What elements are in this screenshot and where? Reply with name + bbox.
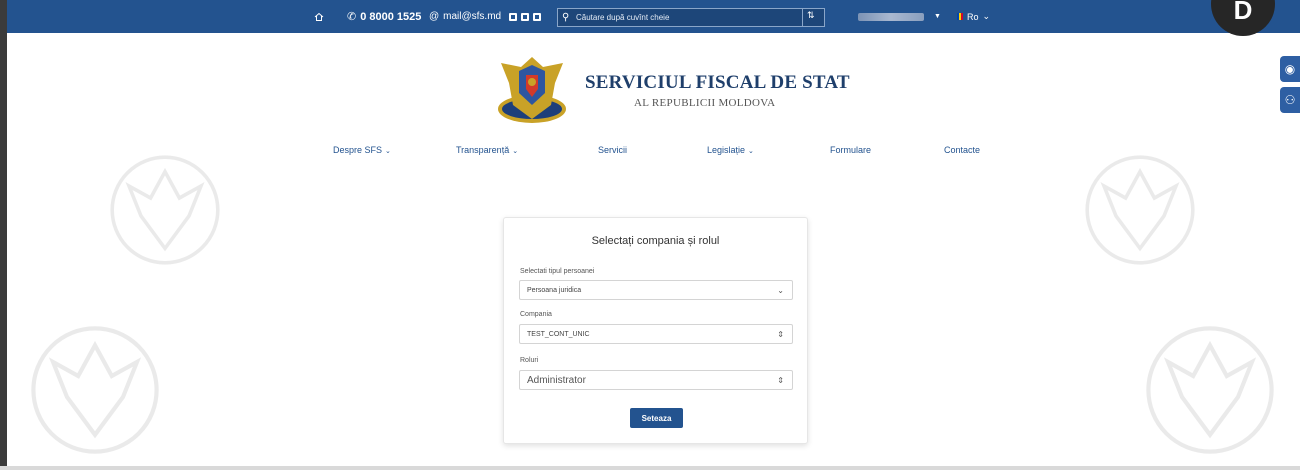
social-links — [509, 0, 541, 33]
eye-icon: ◉ — [1284, 62, 1296, 76]
nav-item-servicii[interactable]: Servicii — [598, 145, 627, 155]
accessibility-eye-button[interactable]: ◉ — [1280, 56, 1300, 82]
user-name-redacted — [858, 12, 924, 21]
window-frame-left — [0, 0, 7, 470]
nav-item-contacte[interactable]: Contacte — [944, 145, 980, 155]
moldova-flag-icon — [957, 13, 963, 20]
chevron-down-icon: ⌄ — [512, 148, 519, 155]
social-icon-1[interactable] — [509, 12, 517, 21]
eagle-watermark-icon — [31, 326, 159, 454]
person-type-select[interactable]: Persoana juridica ⌄ — [519, 280, 793, 300]
person-type-label: Selectati tipul persoanei — [520, 268, 595, 275]
nav-item-formulare[interactable]: Formulare — [830, 145, 871, 155]
search-icon[interactable]: ⚲ — [562, 12, 576, 23]
roles-select[interactable]: Administrator ⇕ — [519, 370, 793, 390]
language-selector[interactable]: Ro ⌄ — [957, 0, 990, 33]
card-title: Selectați compania și rolul — [591, 235, 720, 247]
chevron-down-icon: ⌄ — [777, 285, 784, 295]
language-label: Ro — [967, 11, 979, 22]
coat-of-arms-logo[interactable] — [495, 53, 569, 127]
eagle-watermark-icon — [1146, 326, 1274, 454]
caret-down-icon: ▼ — [934, 13, 941, 20]
support-button[interactable]: ⚇ — [1280, 87, 1300, 113]
chevron-down-icon: ⌄ — [748, 148, 754, 155]
user-support-icon: ⚇ — [1284, 93, 1296, 107]
filter-icon[interactable]: ⇅ — [807, 10, 815, 21]
phone-icon: ✆ — [347, 11, 357, 23]
phone-number: 0 8000 1525 — [360, 10, 422, 23]
home-icon[interactable] — [314, 0, 328, 33]
user-menu[interactable]: ▼ — [858, 0, 941, 33]
search-box: ⚲ ⇅ — [557, 8, 825, 27]
nav-item-legislatie[interactable]: Legislație ⌄ — [707, 145, 754, 155]
facebook-icon[interactable] — [533, 12, 541, 21]
nav-item-transparenta[interactable]: Transparență ⌄ — [456, 145, 518, 155]
search-divider — [802, 9, 803, 26]
window-frame-bottom — [0, 466, 1300, 470]
company-role-card: Selectați compania și rolul Selectati ti… — [503, 217, 808, 444]
eagle-watermark-icon — [110, 155, 220, 265]
phone-link[interactable]: ✆ 0 8000 1525 — [347, 0, 421, 33]
site-subtitle: AL REPUBLICII MOLDOVA — [634, 97, 776, 109]
at-icon: @ — [429, 11, 440, 22]
sort-arrows-icon: ⇕ — [777, 329, 784, 339]
main-nav: Despre SFS ⌄ Transparență ⌄ Servicii Legis… — [0, 145, 1300, 159]
search-input[interactable] — [576, 13, 806, 22]
company-select[interactable]: TEST_CONT_UNIC ⇕ — [519, 324, 793, 344]
chevron-down-icon: ⌄ — [385, 148, 391, 155]
eagle-watermark-icon — [1085, 155, 1195, 265]
social-icon-2[interactable] — [521, 12, 529, 21]
roles-label: Roluri — [520, 357, 539, 364]
top-bar: ✆ 0 8000 1525 @ mail@sfs.md ⚲ ⇅ ▼ Ro ⌄ — [7, 0, 1300, 33]
nav-item-despre-sfs[interactable]: Despre SFS ⌄ — [333, 145, 391, 155]
company-label: Compania — [520, 311, 552, 318]
sort-arrows-icon: ⇕ — [777, 375, 784, 385]
chevron-down-icon: ⌄ — [982, 11, 991, 21]
set-button[interactable]: Seteaza — [630, 408, 683, 428]
site-title: SERVICIUL FISCAL DE STAT — [585, 72, 850, 93]
email-address: mail@sfs.md — [443, 11, 502, 22]
email-link[interactable]: @ mail@sfs.md — [429, 0, 501, 33]
